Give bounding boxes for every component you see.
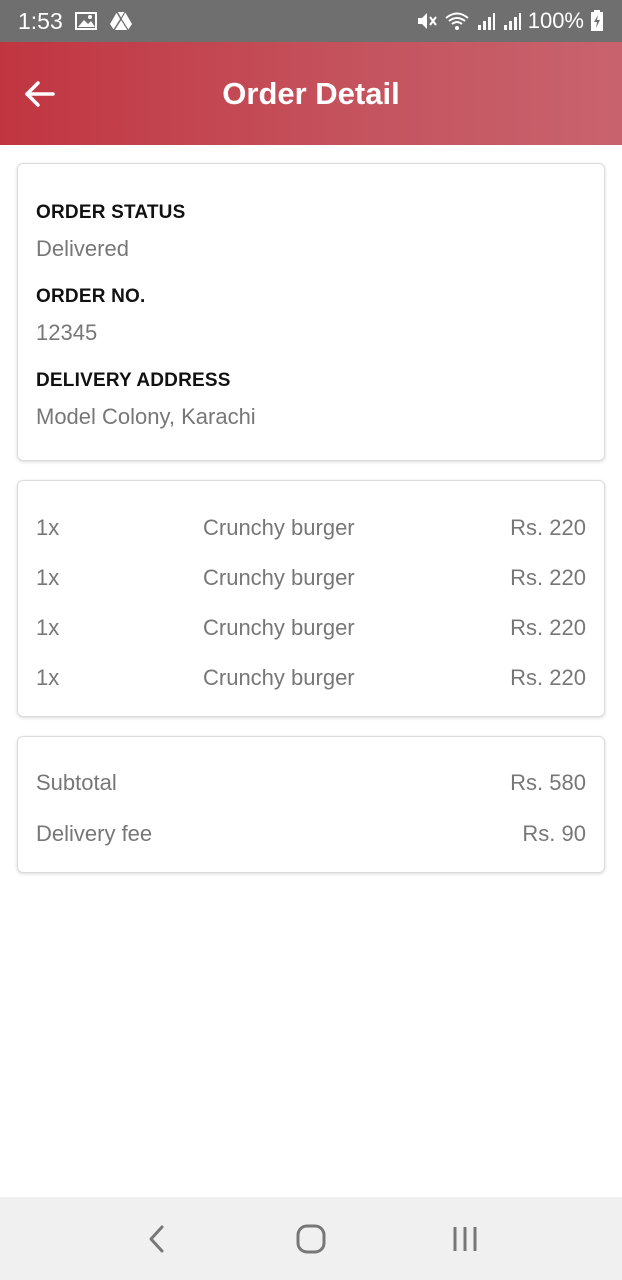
item-quantity: 1x bbox=[36, 665, 60, 690]
list-item: 1x Crunchy burger Rs. 220 bbox=[36, 503, 586, 553]
subtotal-value: Rs. 580 bbox=[510, 769, 586, 795]
app-bar: Order Detail bbox=[0, 42, 622, 145]
signal-icon bbox=[502, 11, 522, 31]
order-info-card: ORDER STATUS Delivered ORDER NO. 12345 D… bbox=[17, 163, 605, 461]
list-item: 1x Crunchy burger Rs. 220 bbox=[36, 603, 586, 653]
item-price: Rs. 220 bbox=[510, 665, 586, 690]
drive-icon bbox=[109, 11, 133, 31]
nav-back-button[interactable] bbox=[127, 1209, 187, 1269]
back-button[interactable] bbox=[18, 72, 62, 116]
delivery-address-value: Model Colony, Karachi bbox=[36, 404, 256, 429]
page-title: Order Detail bbox=[222, 75, 400, 111]
item-name: Crunchy burger bbox=[203, 665, 355, 690]
home-nav-icon bbox=[296, 1224, 326, 1253]
order-number-value: 12345 bbox=[36, 320, 98, 345]
order-totals-card: Subtotal Rs. 580 Delivery fee Rs. 90 bbox=[17, 736, 605, 873]
order-items-card: 1x Crunchy burger Rs. 220 1x Crunchy bur… bbox=[17, 480, 605, 717]
system-nav-bar bbox=[0, 1197, 622, 1280]
item-quantity: 1x bbox=[36, 515, 60, 540]
item-quantity: 1x bbox=[36, 565, 60, 590]
list-item: 1x Crunchy burger Rs. 220 bbox=[36, 553, 586, 603]
battery-charging-icon bbox=[590, 10, 604, 32]
delivery-fee-value: Rs. 90 bbox=[522, 820, 586, 846]
status-right: 100% bbox=[416, 8, 604, 34]
order-status-label: ORDER STATUS bbox=[36, 202, 186, 223]
item-price: Rs. 220 bbox=[510, 515, 586, 540]
wifi-icon bbox=[444, 11, 470, 31]
item-name: Crunchy burger bbox=[203, 615, 355, 640]
signal-icon bbox=[476, 11, 496, 31]
delivery-fee-label: Delivery fee bbox=[36, 820, 153, 846]
order-status-value: Delivered bbox=[36, 236, 129, 261]
delivery-fee-row: Delivery fee Rs. 90 bbox=[36, 808, 586, 859]
delivery-address-label: DELIVERY ADDRESS bbox=[36, 370, 231, 391]
item-name: Crunchy burger bbox=[203, 565, 355, 590]
status-left: 1:53 bbox=[18, 8, 133, 35]
recents-nav-icon bbox=[453, 1226, 477, 1251]
battery-percent: 100% bbox=[527, 8, 584, 33]
back-nav-icon bbox=[149, 1225, 164, 1252]
item-quantity: 1x bbox=[36, 615, 60, 640]
order-number-label: ORDER NO. bbox=[36, 286, 146, 307]
subtotal-label: Subtotal bbox=[36, 769, 117, 795]
status-bar: 1:53 100% bbox=[0, 0, 622, 42]
list-item: 1x Crunchy burger Rs. 220 bbox=[36, 653, 586, 703]
item-name: Crunchy burger bbox=[203, 515, 355, 540]
subtotal-row: Subtotal Rs. 580 bbox=[36, 757, 586, 808]
item-price: Rs. 220 bbox=[510, 615, 586, 640]
nav-home-button[interactable] bbox=[281, 1209, 341, 1269]
nav-recents-button[interactable] bbox=[435, 1209, 495, 1269]
item-price: Rs. 220 bbox=[510, 565, 586, 590]
mute-icon bbox=[416, 11, 438, 31]
arrow-left-icon bbox=[25, 80, 55, 107]
image-icon bbox=[74, 11, 97, 31]
status-time: 1:53 bbox=[18, 7, 63, 34]
